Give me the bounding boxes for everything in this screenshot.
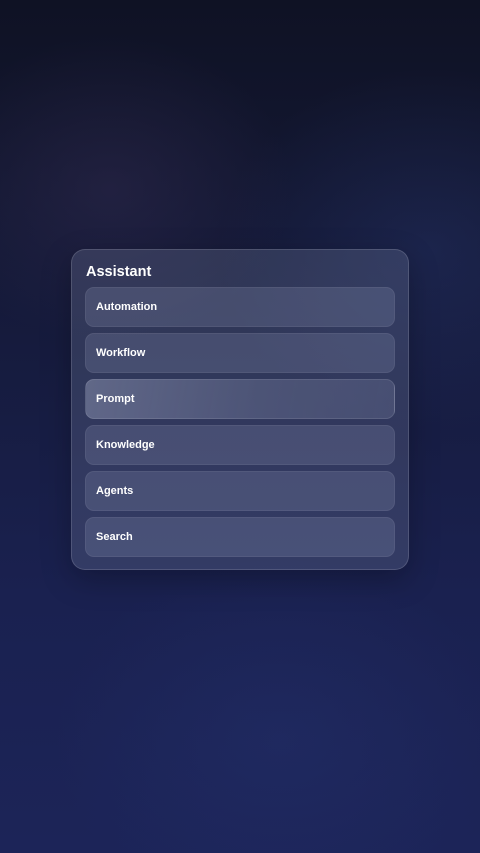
menu-item-search[interactable]: Search	[85, 517, 395, 557]
assistant-menu-panel: Assistant Automation Workflow Prompt Kno…	[71, 249, 409, 570]
panel-title: Assistant	[86, 264, 152, 280]
menu-item-prompt[interactable]: Prompt	[85, 379, 395, 419]
menu-item-knowledge[interactable]: Knowledge	[85, 425, 395, 465]
menu-item-workflow[interactable]: Workflow	[85, 333, 395, 373]
menu-item-automation[interactable]: Automation	[85, 287, 395, 327]
menu-item-agents[interactable]: Agents	[85, 471, 395, 511]
